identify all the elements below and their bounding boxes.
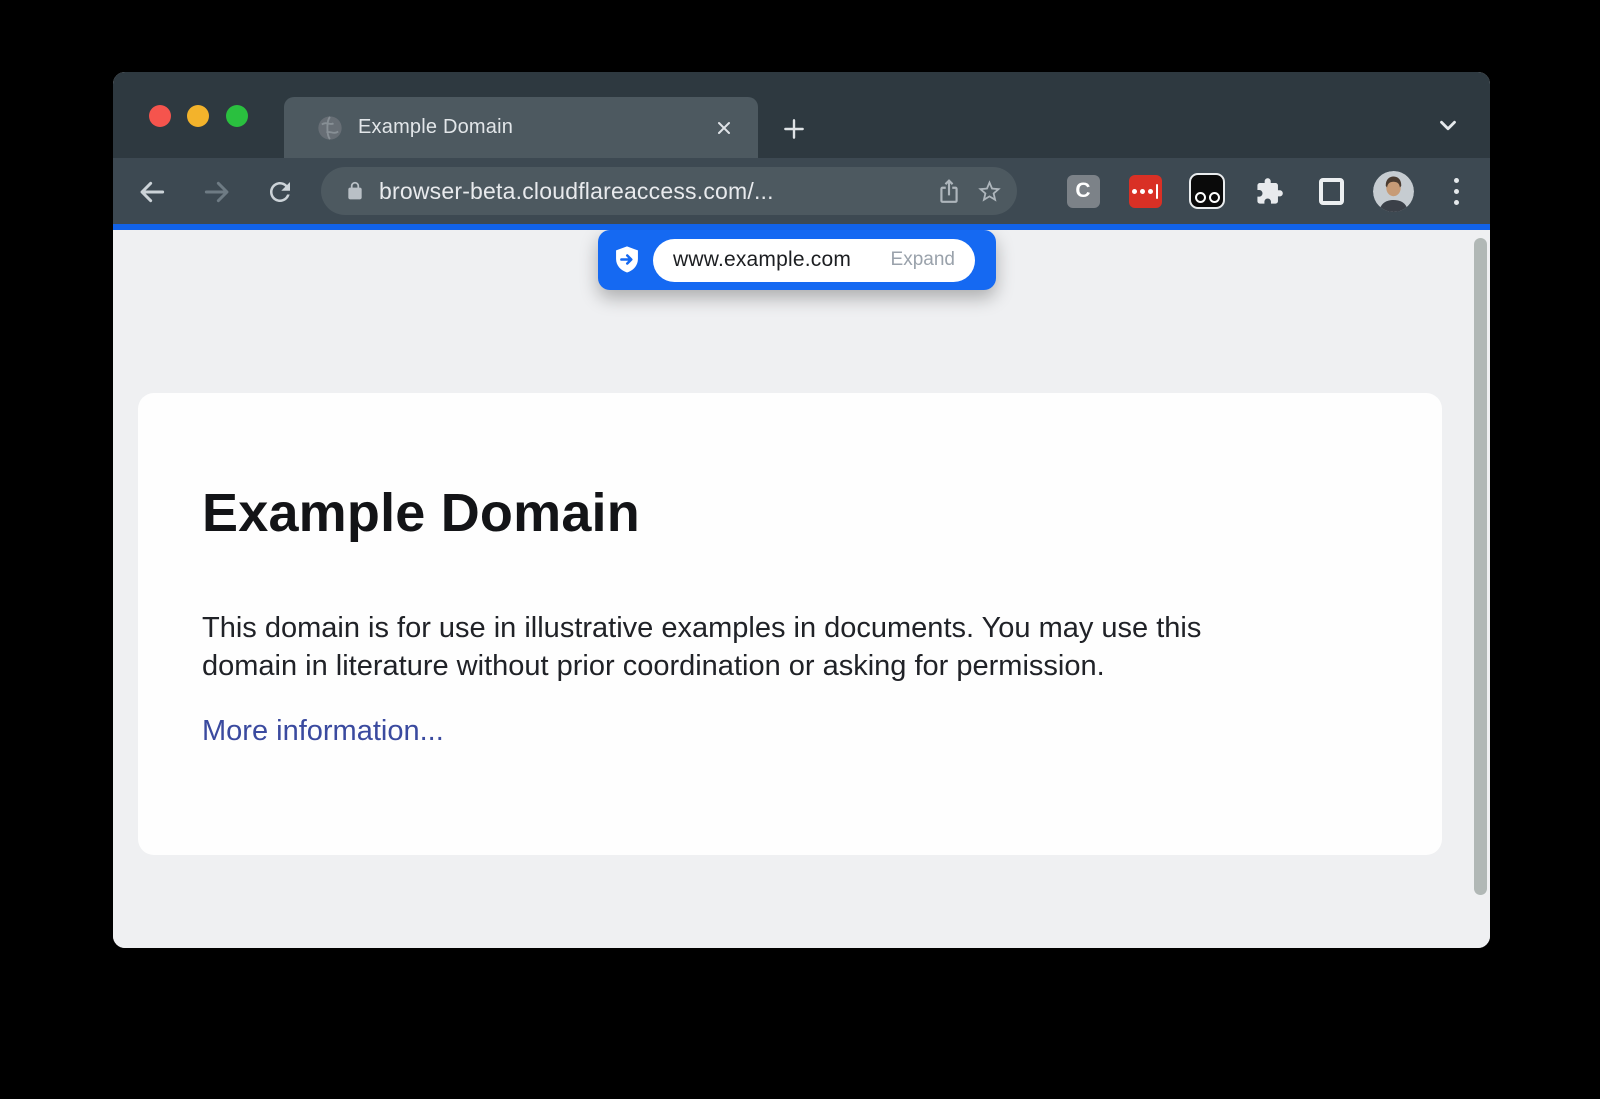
isolated-host-pill: www.example.com Expand <box>653 239 975 282</box>
url-text: browser-beta.cloudflareaccess.com/... <box>379 178 929 205</box>
page-viewport: www.example.com Expand Example Domain Th… <box>113 230 1490 948</box>
extensions-puzzle-icon[interactable] <box>1249 171 1289 211</box>
macos-zoom-button[interactable] <box>226 105 248 127</box>
extension-c[interactable]: C <box>1063 171 1103 211</box>
address-bar[interactable]: browser-beta.cloudflareaccess.com/... <box>321 167 1017 215</box>
forward-button[interactable] <box>199 174 235 210</box>
isolated-host-text: www.example.com <box>673 248 891 272</box>
more-information-link[interactable]: More information... <box>202 715 444 748</box>
body-line-1: This domain is for use in illustrative e… <box>202 609 1442 647</box>
back-button[interactable] <box>134 174 170 210</box>
macos-close-button[interactable] <box>149 105 171 127</box>
lock-icon[interactable] <box>345 181 365 201</box>
new-tab-button[interactable] <box>777 112 811 146</box>
share-icon[interactable] <box>929 171 969 211</box>
expand-button[interactable]: Expand <box>891 249 955 271</box>
tab-close-icon[interactable] <box>710 114 738 142</box>
profile-avatar[interactable] <box>1373 171 1414 212</box>
toolbar: browser-beta.cloudflareaccess.com/... C <box>113 158 1490 224</box>
bookmark-star-icon[interactable] <box>969 171 1009 211</box>
scrollbar-thumb[interactable] <box>1474 238 1487 895</box>
extensions-row: C <box>1063 171 1476 211</box>
browser-window: Example Domain <box>113 72 1490 948</box>
page-title: Example Domain <box>202 483 1442 543</box>
tab-search-chevron-icon[interactable] <box>1431 108 1465 142</box>
extension-binoculars-icon[interactable] <box>1187 171 1227 211</box>
kebab-menu-icon[interactable] <box>1436 171 1476 211</box>
reload-button[interactable] <box>262 174 298 210</box>
isolation-banner: www.example.com Expand <box>598 230 996 290</box>
content-card: Example Domain This domain is for use in… <box>138 393 1442 855</box>
tab-title: Example Domain <box>358 116 710 139</box>
browser-tab[interactable]: Example Domain <box>284 97 758 158</box>
globe-icon <box>316 114 344 142</box>
body-line-2: domain in literature without prior coord… <box>202 647 1442 685</box>
extension-lastpass-icon[interactable] <box>1125 171 1165 211</box>
body-paragraph: This domain is for use in illustrative e… <box>202 609 1442 685</box>
side-panel-icon[interactable] <box>1311 171 1351 211</box>
macos-minimize-button[interactable] <box>187 105 209 127</box>
extension-c-badge: C <box>1067 175 1100 208</box>
desktop-background: Example Domain <box>0 0 1600 1099</box>
tab-strip: Example Domain <box>113 72 1490 158</box>
shield-arrow-icon <box>611 244 643 276</box>
